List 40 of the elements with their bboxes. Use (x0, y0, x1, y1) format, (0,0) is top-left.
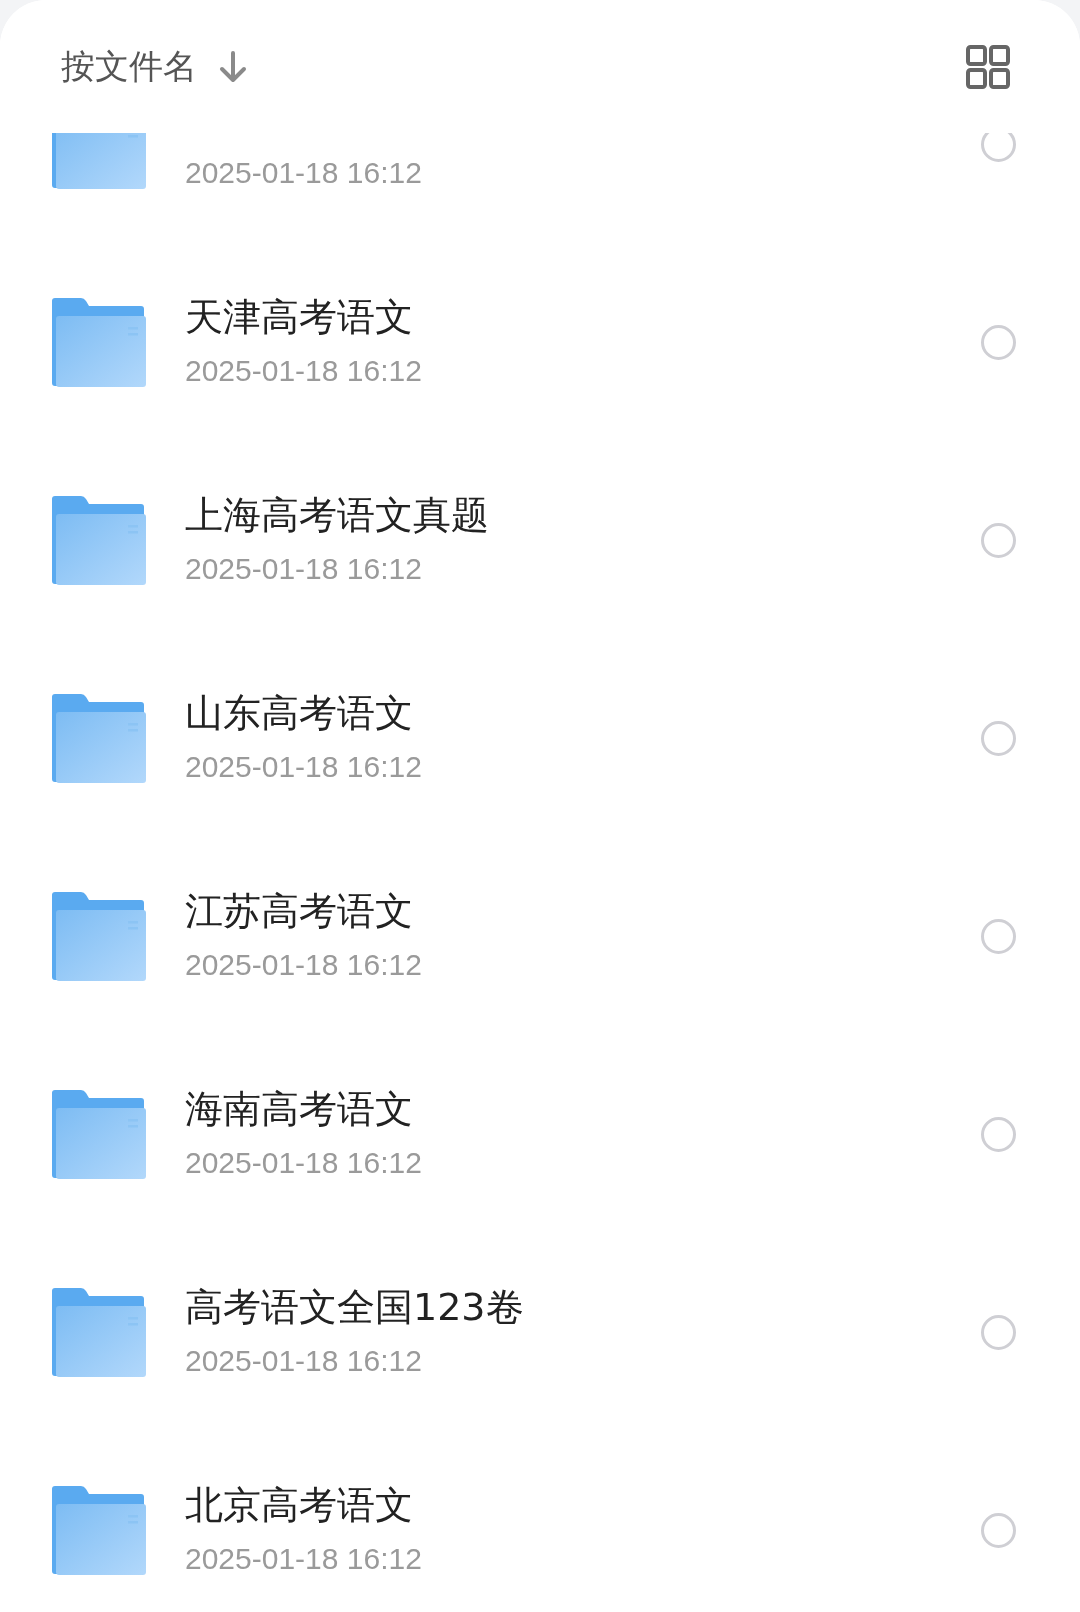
folder-icon (50, 1287, 146, 1377)
folder-name: 北京高考语文 (185, 1482, 414, 1529)
select-radio[interactable] (981, 1314, 1016, 1350)
select-radio[interactable] (981, 1116, 1016, 1152)
folder-row[interactable]: 天津高考语文 2025-01-18 16:12 (0, 243, 1080, 441)
modified-date: 2025-01-18 16:12 (185, 749, 423, 785)
modified-date: 2025-01-18 16:12 (185, 1145, 423, 1181)
folder-row[interactable]: 山东高考语文 2025-01-18 16:12 (0, 639, 1080, 837)
folder-icon (50, 495, 146, 585)
folder-icon (50, 891, 146, 981)
select-radio[interactable] (981, 522, 1016, 558)
folder-row[interactable]: 上海高考语文真题 2025-01-18 16:12 (0, 441, 1080, 639)
folder-name: 上海高考语文真题 (185, 492, 490, 539)
modified-date: 2025-01-18 16:12 (185, 1343, 423, 1379)
folder-name: 江苏高考语文 (185, 888, 414, 935)
folder-icon (50, 693, 146, 783)
select-radio[interactable] (981, 1512, 1016, 1548)
modified-date: 2025-01-18 16:12 (185, 551, 423, 587)
folder-icon (50, 1485, 146, 1575)
folder-name: 天津高考语文 (185, 294, 414, 341)
modified-date: 2025-01-18 16:12 (185, 353, 423, 389)
folder-name: 山东高考语文 (185, 690, 414, 737)
modified-date: 2025-01-18 16:12 (185, 155, 423, 191)
grid-view-icon[interactable] (966, 44, 1010, 89)
sort-button[interactable]: 按文件名 (61, 43, 197, 90)
modified-date: 2025-01-18 16:12 (185, 947, 423, 983)
modified-date: 2025-01-18 16:12 (185, 1541, 423, 1577)
folder-row[interactable]: 北京高考语文 2025-01-18 16:12 (0, 1431, 1080, 1612)
select-radio[interactable] (981, 720, 1016, 756)
folder-row[interactable]: 海南高考语文 2025-01-18 16:12 (0, 1035, 1080, 1233)
folder-icon (50, 1089, 146, 1179)
folder-icon (50, 297, 146, 387)
select-radio[interactable] (981, 324, 1016, 360)
folder-name: 高考语文全国123卷 (185, 1284, 525, 1331)
select-radio[interactable] (981, 133, 1016, 162)
sort-direction-icon[interactable] (217, 49, 249, 84)
folder-row[interactable]: 江苏高考语文 2025-01-18 16:12 (0, 837, 1080, 1035)
folder-row[interactable]: 高考语文全国123卷 2025-01-18 16:12 (0, 1233, 1080, 1431)
folder-name: 海南高考语文 (185, 1086, 414, 1133)
select-radio[interactable] (981, 918, 1016, 954)
